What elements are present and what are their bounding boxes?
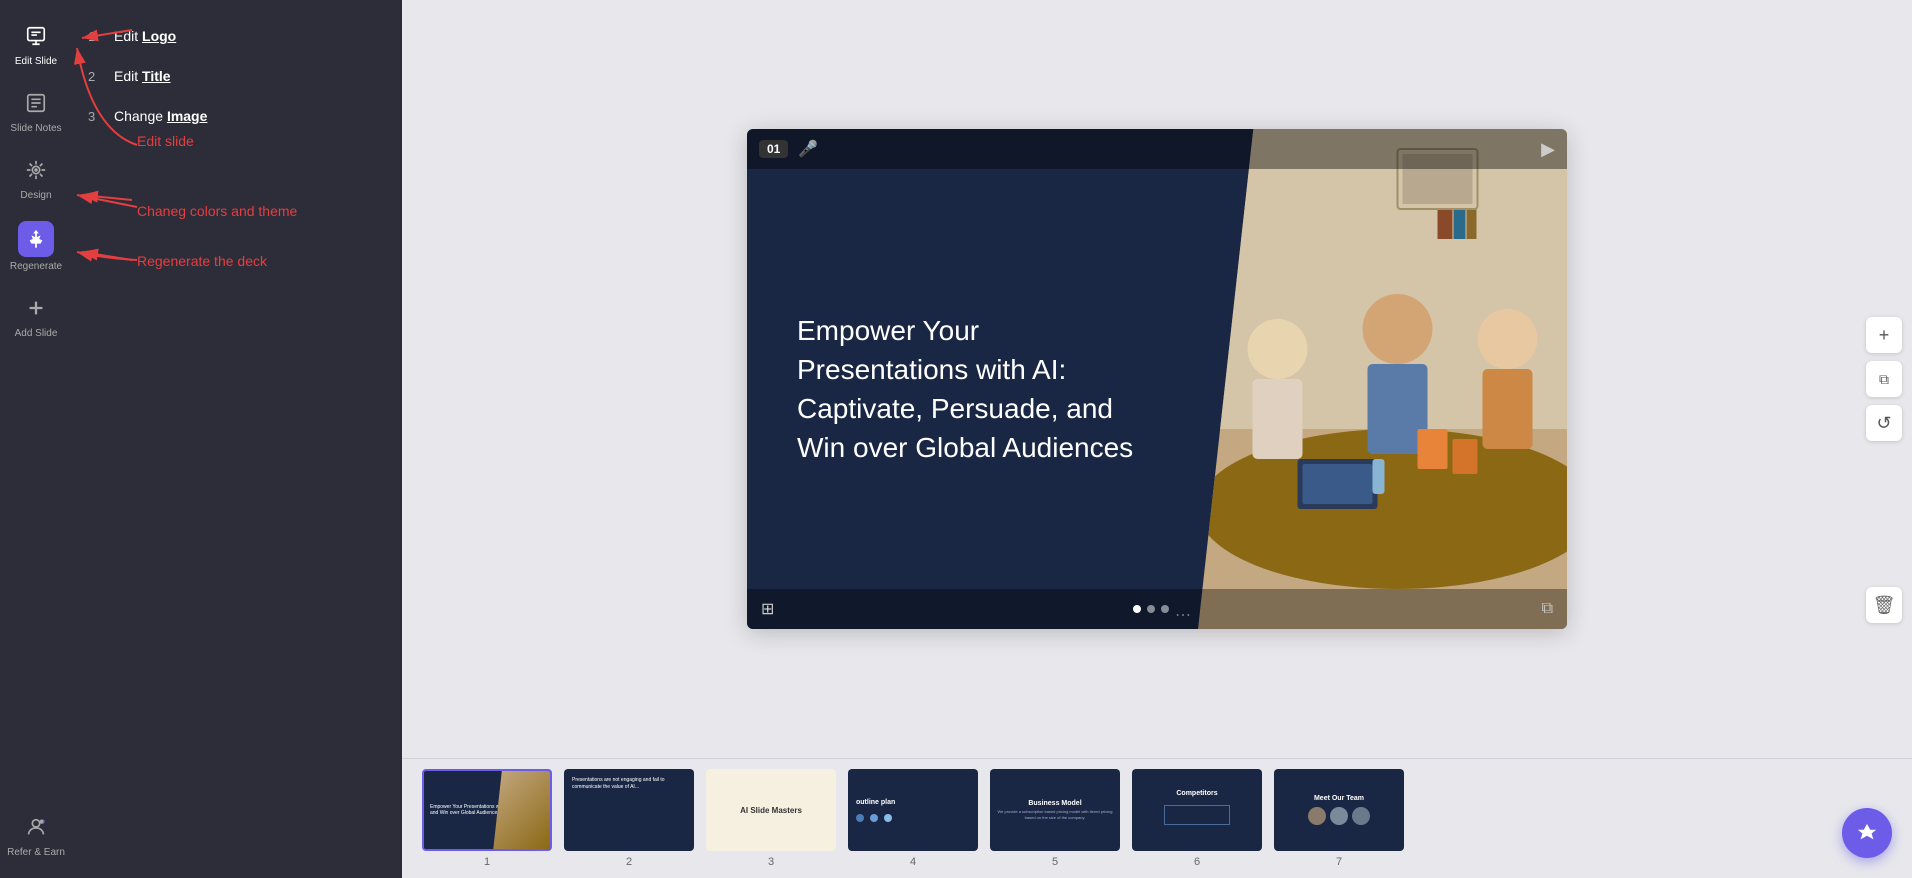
fab-button[interactable] [1842,808,1892,858]
slide-container: 01 🎤 ▶ Empower Your Presentations with A… [747,129,1567,629]
sidebar: Edit Slide Slide Notes Design Re [0,0,72,878]
slide-dot-1[interactable] [1133,605,1141,613]
annotation-label-2: Edit Title [114,68,171,84]
annotation-num-2: 2 [88,69,104,84]
thumb-img-2: Presentations are not engaging and fail … [564,769,694,851]
add-slide-icon [20,292,52,324]
annotation-num-3: 3 [88,109,104,124]
design-icon [20,154,52,186]
thumbnail-4[interactable]: outline plan 4 [848,769,978,868]
thumb-img-6: Competitors [1132,769,1262,851]
annotation-item-2[interactable]: 2 Edit Title [88,68,386,84]
thumb-num-1: 1 [484,856,490,868]
slide-notes-label: Slide Notes [10,123,61,134]
undo-button[interactable]: ↺ [1866,405,1902,441]
thumb-img-3: AI Slide Masters [706,769,836,851]
slide-dots: ⋯ [1133,605,1183,613]
thumb-num-4: 4 [910,856,916,868]
red-label-edit: Edit slide [137,130,194,152]
thumb-num-2: 2 [626,856,632,868]
red-annotation-colors: Chaneg colors and theme [137,200,297,222]
regenerate-icon [18,221,54,257]
thumb-num-7: 7 [1336,856,1342,868]
design-label: Design [20,190,51,201]
sidebar-item-design[interactable]: Design [0,144,72,211]
sidebar-item-refer-earn[interactable]: $ Refer & Earn [0,801,72,868]
sidebar-item-slide-notes[interactable]: Slide Notes [0,77,72,144]
thumbnail-2[interactable]: Presentations are not engaging and fail … [564,769,694,868]
edit-slide-icon [20,20,52,52]
slide-dot-3[interactable] [1161,605,1169,613]
annotation-panel: 1 Edit Logo 2 Edit Title 3 Change Image [72,0,402,878]
red-annotation-regenerate: Regenerate the deck [137,250,267,272]
delete-slide-button[interactable]: 🗑 [1866,587,1902,623]
slide-number: 01 [759,140,788,158]
thumb-img-1: Empower Your Presentations with AI: Capt… [422,769,552,851]
copy-button[interactable]: ⧉ [1866,361,1902,397]
thumbnail-6[interactable]: Competitors 6 [1132,769,1262,868]
annotation-item-3[interactable]: 3 Change Image [88,108,386,124]
slide-left-panel: Empower Your Presentations with AI: Capt… [747,129,1198,629]
refer-earn-label: Refer & Earn [7,847,65,858]
refer-icon: $ [20,811,52,843]
red-annotation-edit: Edit slide [137,130,194,152]
right-tools: + ⧉ ↺ [1866,317,1902,441]
thumbnail-3[interactable]: AI Slide Masters 3 [706,769,836,868]
thumbnail-1[interactable]: Empower Your Presentations with AI: Capt… [422,769,552,868]
thumbnail-7[interactable]: Meet Our Team 7 [1274,769,1404,868]
annotation-item-1[interactable]: 1 Edit Logo [88,28,386,44]
thumbnails-bar: Empower Your Presentations with AI: Capt… [402,758,1912,878]
red-label-regenerate: Regenerate the deck [137,250,267,272]
slide-title: Empower Your Presentations with AI: Capt… [797,311,1158,468]
thumb-img-7: Meet Our Team [1274,769,1404,851]
slide-top-bar: 01 🎤 ▶ [747,129,1567,169]
annotation-prefix-1: Edit [114,28,142,44]
slide-notes-icon [20,87,52,119]
slide-dot-2[interactable] [1147,605,1155,613]
thumb-img-4: outline plan [848,769,978,851]
add-slide-label: Add Slide [15,328,58,339]
edit-slide-label: Edit Slide [15,56,57,67]
slide-image-svg [1198,129,1567,629]
slide-dot-4[interactable]: ⋯ [1175,605,1183,613]
grid-icon[interactable]: ⊞ [761,599,774,619]
slide-bottom-left: ⊞ [761,599,774,619]
sidebar-item-regenerate[interactable]: Regenerate [0,211,72,282]
annotation-prefix-3: Change [114,108,167,124]
add-element-button[interactable]: + [1866,317,1902,353]
thumb-num-6: 6 [1194,856,1200,868]
annotation-num-1: 1 [88,29,104,44]
thumb-num-5: 5 [1052,856,1058,868]
slide-right-image [1198,129,1567,629]
annotation-label-1: Edit Logo [114,28,176,44]
sidebar-item-add-slide[interactable]: Add Slide [0,282,72,349]
annotation-label-3: Change Image [114,108,207,124]
annotation-prefix-2: Edit [114,68,142,84]
microphone-icon[interactable]: 🎤 [798,139,818,159]
slide-content: Empower Your Presentations with AI: Capt… [747,129,1567,629]
main-content: 01 🎤 ▶ Empower Your Presentations with A… [402,0,1912,878]
sidebar-bottom: $ Refer & Earn [0,801,72,868]
annotation-arrows [72,0,402,878]
sidebar-item-edit-slide[interactable]: Edit Slide [0,10,72,77]
red-arrows-svg [72,0,402,878]
annotation-underline-3: Image [167,108,207,124]
copy-slide-icon[interactable]: ⧉ [1542,600,1553,618]
annotation-underline-2: Title [142,68,171,84]
play-icon[interactable]: ▶ [1541,139,1555,160]
thumbnail-5[interactable]: Business Model We provide a subscription… [990,769,1120,868]
red-label-colors: Chaneg colors and theme [137,200,297,222]
thumb-num-3: 3 [768,856,774,868]
slide-bottom-bar: ⊞ ⋯ ⧉ [747,589,1567,629]
thumb-img-5: Business Model We provide a subscription… [990,769,1120,851]
regenerate-label: Regenerate [10,261,62,272]
annotation-underline-1: Logo [142,28,176,44]
slide-wrapper: 01 🎤 ▶ Empower Your Presentations with A… [747,129,1567,629]
slide-editor: 01 🎤 ▶ Empower Your Presentations with A… [402,0,1912,758]
